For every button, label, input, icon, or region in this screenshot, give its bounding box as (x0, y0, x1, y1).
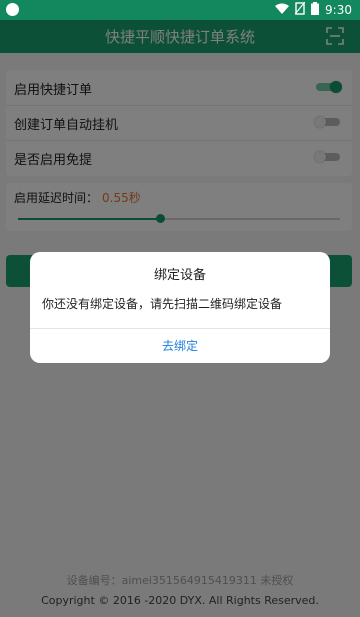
app-notification-icon (6, 3, 19, 16)
dialog-message: 你还没有绑定设备，请先扫描二维码绑定设备 (42, 297, 283, 311)
clock: 9:30 (325, 3, 352, 17)
no-sim-icon (294, 1, 306, 18)
dialog-title: 绑定设备 (153, 268, 206, 283)
wifi-icon (275, 3, 290, 18)
status-icons: 9:30 (275, 1, 352, 18)
bind-button[interactable]: 去绑定 (30, 329, 330, 363)
bind-device-dialog: 绑定设备 你还没有绑定设备，请先扫描二维码绑定设备 去绑定 (30, 252, 330, 363)
status-bar: 9:30 (0, 0, 360, 20)
battery-icon (311, 2, 320, 18)
